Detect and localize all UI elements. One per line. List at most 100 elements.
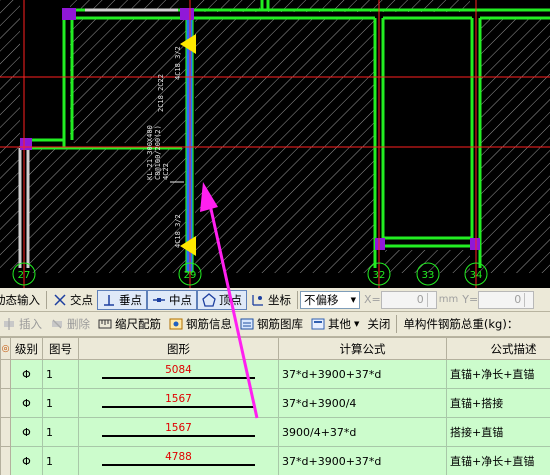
rebar-info-icon bbox=[169, 318, 183, 330]
slab-hatch bbox=[0, 0, 20, 270]
formula-cell[interactable]: 37*d+3900+37*d bbox=[278, 446, 447, 475]
shape-cell[interactable]: 1567 bbox=[78, 417, 279, 447]
axis-label: 33 bbox=[422, 270, 435, 281]
coordinate-icon bbox=[252, 294, 263, 306]
formula-cell[interactable]: 37*d+3900/4 bbox=[278, 388, 447, 418]
rebar-grid: ◎ 级别 图号 图形 计算公式 公式描述 Φ 1 5084 37*d+3900+… bbox=[0, 337, 550, 475]
delete-icon bbox=[52, 319, 62, 329]
offset-mode-select[interactable]: 不偏移 ▼ bbox=[300, 290, 360, 309]
row-header[interactable] bbox=[0, 388, 11, 418]
row-header[interactable] bbox=[0, 446, 11, 475]
rebar-annotation: 4C18 3/2 bbox=[174, 214, 182, 248]
unit-label: mm bbox=[438, 294, 459, 305]
midpoint-label: 中点 bbox=[169, 292, 192, 307]
close-label: 关闭 bbox=[367, 317, 391, 331]
snap-toolbar: 动态输入 交点 垂点 中点 顶点 坐标 不偏移 ▼ X= 0 mm Y= 0 bbox=[0, 288, 550, 312]
offset-mode-value: 不偏移 bbox=[304, 292, 339, 307]
description-cell[interactable]: 搭接+直锚 bbox=[446, 417, 550, 447]
rebar-length: 1567 bbox=[165, 393, 192, 405]
table-row[interactable]: Φ 1 1567 3900/4+37*d 搭接+直锚 bbox=[0, 417, 550, 447]
column-header-description[interactable]: 公式描述 bbox=[446, 337, 550, 360]
column-header-figure-no[interactable]: 图号 bbox=[42, 337, 79, 360]
description-cell[interactable]: 直锚+净长+直锚 bbox=[446, 359, 550, 389]
cad-canvas[interactable]: 4C18 3/2 2C18 2C22 KL-21 300X400 C8@100/… bbox=[0, 0, 550, 288]
coordinate-snap-button[interactable]: 坐标 bbox=[247, 290, 295, 310]
table-header-row: ◎ 级别 图号 图形 计算公式 公式描述 bbox=[0, 337, 550, 360]
column-header-shape[interactable]: 图形 bbox=[78, 337, 279, 360]
column-header-formula[interactable]: 计算公式 bbox=[278, 337, 447, 360]
y-coordinate-input[interactable]: 0 bbox=[478, 290, 535, 309]
spinner-icon[interactable] bbox=[524, 292, 531, 307]
rebar-annotation: 4C18 3/2 bbox=[174, 46, 182, 80]
intersection-snap-button[interactable]: 交点 bbox=[49, 290, 97, 310]
rebar-info-label: 钢筋信息 bbox=[186, 317, 232, 331]
rebar-length: 5084 bbox=[165, 364, 192, 376]
other-icon bbox=[311, 318, 325, 330]
axis-label: 34 bbox=[470, 270, 483, 281]
grade-cell[interactable]: Φ bbox=[10, 446, 43, 475]
rebar-shape-line bbox=[102, 435, 255, 437]
chevron-down-icon: ▼ bbox=[350, 295, 356, 304]
rebar-info-button[interactable]: 钢筋信息 bbox=[165, 314, 236, 334]
scale-rebar-button[interactable]: 缩尺配筋 bbox=[94, 314, 165, 334]
axis-label: 32 bbox=[373, 270, 386, 281]
row-header[interactable] bbox=[0, 417, 11, 447]
grade-cell[interactable]: Φ bbox=[10, 359, 43, 389]
delete-button[interactable]: 删除 bbox=[46, 314, 94, 334]
rebar-length: 4788 bbox=[165, 451, 192, 463]
column-header-grade[interactable]: 级别 bbox=[10, 337, 43, 360]
vertex-label: 顶点 bbox=[219, 292, 242, 307]
toolbar-separator bbox=[297, 290, 298, 309]
description-cell[interactable]: 直锚+搭接 bbox=[446, 388, 550, 418]
rebar-annotation: 4C22 bbox=[162, 163, 170, 180]
grade-cell[interactable]: Φ bbox=[10, 388, 43, 418]
row-header[interactable] bbox=[0, 359, 11, 389]
spinner-icon[interactable] bbox=[426, 292, 434, 307]
rebar-edit-toolbar: 插入 删除 缩尺配筋 钢筋信息 钢筋图库 其他 ▼ 关闭 单构件钢筋总重(kg)… bbox=[0, 312, 550, 337]
rebar-shape-line bbox=[102, 464, 255, 466]
cad-drawing-area[interactable]: 4C18 3/2 2C18 2C22 KL-21 300X400 C8@100/… bbox=[0, 0, 550, 288]
rebar-library-button[interactable]: 钢筋图库 bbox=[236, 314, 307, 334]
other-label: 其他 bbox=[328, 317, 351, 331]
vertex-snap-button[interactable]: 顶点 bbox=[197, 289, 247, 310]
rebar-length: 1567 bbox=[165, 422, 192, 434]
intersection-icon bbox=[54, 293, 66, 306]
scale-rebar-label: 缩尺配筋 bbox=[115, 317, 161, 331]
insert-label: 插入 bbox=[19, 317, 42, 331]
coordinate-label: 坐标 bbox=[268, 292, 291, 307]
rebar-shape-line bbox=[102, 406, 255, 408]
perpendicular-label: 垂点 bbox=[119, 292, 142, 307]
slab-hatch bbox=[480, 18, 550, 273]
slab-hatch bbox=[70, 18, 187, 143]
scale-icon bbox=[98, 319, 112, 329]
other-menu-button[interactable]: 其他 ▼ bbox=[307, 314, 363, 334]
rebar-library-label: 钢筋图库 bbox=[257, 317, 303, 331]
vertex-icon bbox=[202, 292, 216, 307]
dynamic-input-button[interactable]: 动态输入 bbox=[0, 290, 44, 310]
figure-no-cell[interactable]: 1 bbox=[42, 417, 79, 447]
x-coordinate-input[interactable]: 0 bbox=[380, 290, 437, 309]
shape-cell[interactable]: 1567 bbox=[78, 388, 279, 418]
figure-no-cell[interactable]: 1 bbox=[42, 446, 79, 475]
formula-cell[interactable]: 37*d+3900+37*d bbox=[278, 359, 447, 389]
figure-no-cell[interactable]: 1 bbox=[42, 388, 79, 418]
x-coordinate-label: X= bbox=[364, 293, 381, 306]
total-weight-label: 单构件钢筋总重(kg)： bbox=[403, 317, 519, 331]
close-button[interactable]: 关闭 bbox=[363, 314, 394, 334]
perpendicular-snap-button[interactable]: 垂点 bbox=[97, 289, 147, 310]
formula-cell[interactable]: 3900/4+37*d bbox=[278, 417, 447, 447]
chevron-down-icon: ▼ bbox=[354, 320, 360, 328]
grade-cell[interactable]: Φ bbox=[10, 417, 43, 447]
description-cell[interactable]: 直锚+净长+直锚 bbox=[446, 446, 550, 475]
x-coordinate-value: 0 bbox=[416, 293, 424, 306]
table-row[interactable]: Φ 1 5084 37*d+3900+37*d 直锚+净长+直锚 bbox=[0, 359, 550, 389]
insert-button[interactable]: 插入 bbox=[0, 314, 46, 334]
shape-cell[interactable]: 5084 bbox=[78, 359, 279, 389]
axis-label: 29 bbox=[184, 270, 197, 281]
figure-no-cell[interactable]: 1 bbox=[42, 359, 79, 389]
table-row[interactable]: Φ 1 4788 37*d+3900+37*d 直锚+净长+直锚 bbox=[0, 446, 550, 475]
midpoint-snap-button[interactable]: 中点 bbox=[147, 289, 197, 310]
shape-cell[interactable]: 4788 bbox=[78, 446, 279, 475]
intersection-label: 交点 bbox=[70, 292, 93, 307]
table-row[interactable]: Φ 1 1567 37*d+3900/4 直锚+搭接 bbox=[0, 388, 550, 418]
